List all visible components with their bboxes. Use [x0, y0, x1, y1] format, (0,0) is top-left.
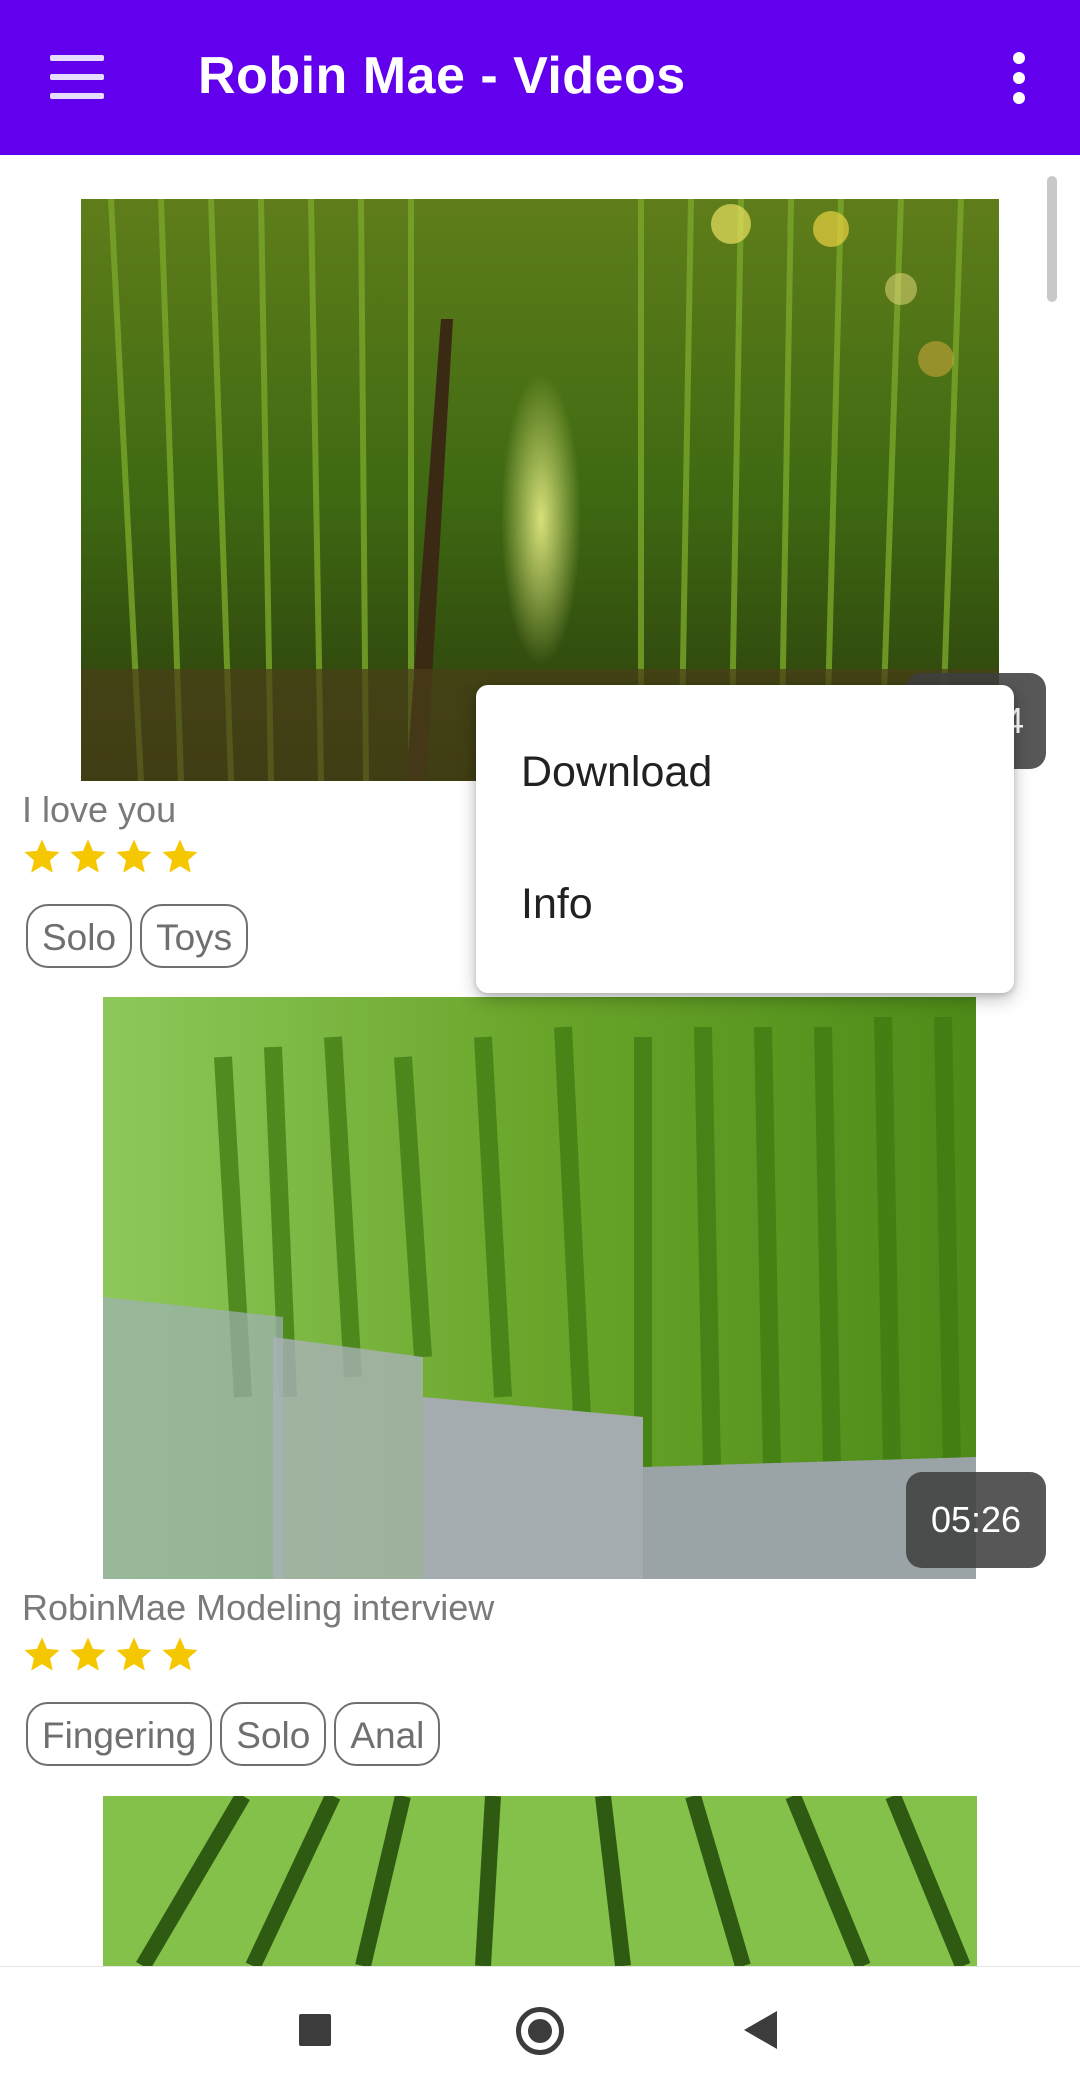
star-icon: [24, 839, 60, 873]
tag-list: Solo Toys: [26, 904, 249, 968]
star-rating: [22, 836, 200, 876]
star-icon: [70, 1637, 106, 1671]
video-thumbnail[interactable]: [103, 997, 976, 1579]
tag-chip[interactable]: Solo: [26, 904, 133, 968]
page-title: Robin Mae - Videos: [198, 47, 686, 105]
hamburger-menu-icon[interactable]: [50, 55, 104, 99]
more-vert-icon[interactable]: [1000, 50, 1038, 106]
tag-chip[interactable]: Toys: [140, 904, 249, 968]
square-recents-icon[interactable]: [299, 2014, 331, 2046]
tag-chip[interactable]: Fingering: [26, 1702, 213, 1766]
star-icon: [24, 1637, 60, 1671]
tag-chip[interactable]: Anal: [334, 1702, 441, 1766]
video-thumbnail[interactable]: [103, 1796, 977, 1966]
app-bar: Robin Mae - Videos: [0, 0, 1080, 155]
scrollbar[interactable]: [1047, 176, 1057, 302]
video-title: RobinMae Modeling interview: [22, 1587, 495, 1628]
menu-item-info[interactable]: Info: [476, 839, 1014, 969]
star-icon: [162, 839, 198, 873]
star-icon: [70, 839, 106, 873]
menu-item-download[interactable]: Download: [476, 707, 1014, 837]
tag-chip[interactable]: Solo: [220, 1702, 327, 1766]
star-rating: [22, 1634, 200, 1674]
context-menu: Download Info: [476, 685, 1014, 993]
star-icon: [116, 839, 152, 873]
triangle-back-icon[interactable]: [744, 2011, 777, 2049]
star-icon: [116, 1637, 152, 1671]
star-icon: [162, 1637, 198, 1671]
circle-home-icon[interactable]: [516, 2007, 564, 2055]
video-title: I love you: [22, 789, 177, 830]
system-nav-bar: [0, 1966, 1080, 2096]
tag-list: Fingering Solo Anal: [26, 1702, 441, 1766]
duration-badge: 05:26: [906, 1472, 1046, 1568]
